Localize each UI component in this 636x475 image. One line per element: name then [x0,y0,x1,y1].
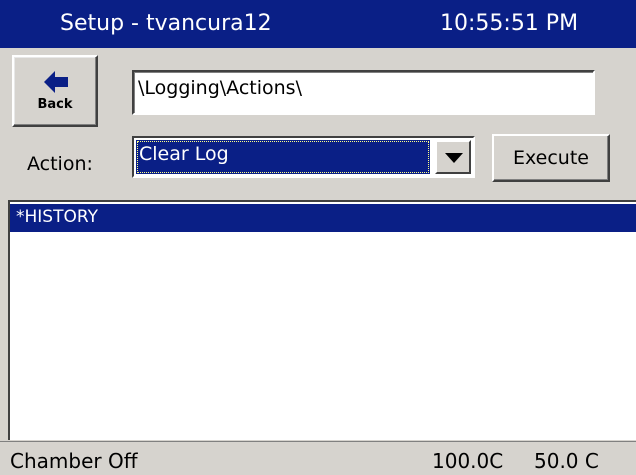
title-bar: Setup - tvancura12 10:55:51 PM [0,0,636,48]
back-button[interactable]: Back [12,55,98,127]
action-selected-value[interactable]: Clear Log [136,140,430,174]
window-title: Setup - tvancura12 [60,11,272,36]
action-dropdown[interactable]: Clear Log [132,136,475,178]
log-list[interactable]: *HISTORY [8,200,636,440]
arrow-left-icon [44,71,68,93]
current-temperature: 100.0C [432,449,504,473]
chamber-status: Chamber Off [10,449,138,473]
chevron-down-icon [445,153,463,163]
action-label: Action: [27,153,93,175]
clock: 10:55:51 PM [440,11,579,36]
status-bar: Chamber Off 100.0C 50.0 C [0,441,636,475]
dropdown-button[interactable] [435,140,471,174]
setup-screen: Setup - tvancura12 10:55:51 PM Back \Log… [0,0,636,475]
list-item[interactable]: *HISTORY [10,204,636,232]
setpoint-temperature: 50.0 C [534,449,599,473]
execute-button[interactable]: Execute [492,134,610,182]
path-field: \Logging\Actions\ [132,70,595,115]
back-label: Back [37,97,73,112]
